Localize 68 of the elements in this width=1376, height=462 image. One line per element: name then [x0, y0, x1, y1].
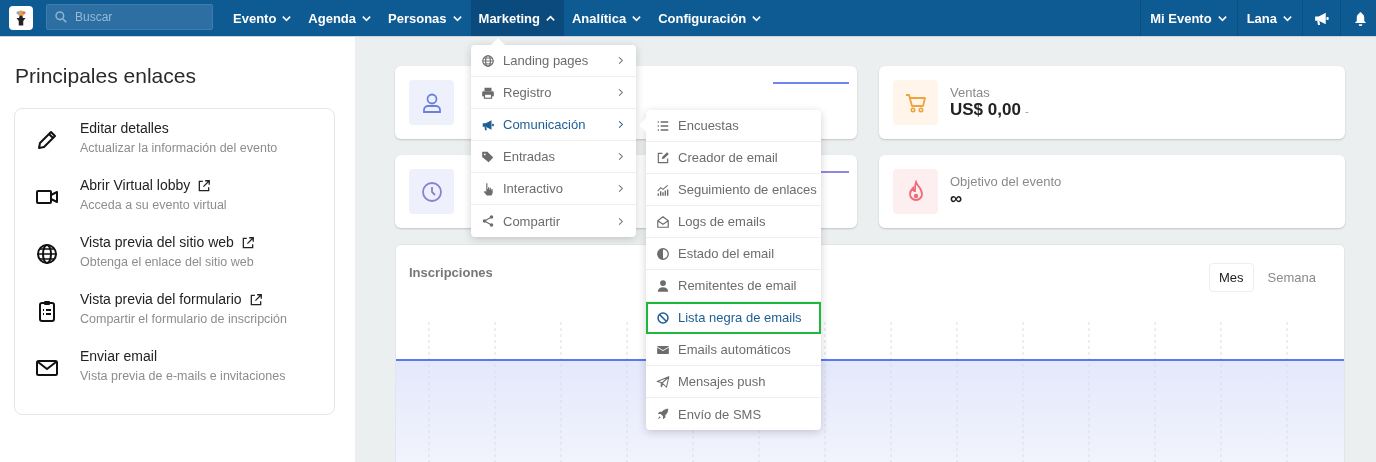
printer-icon [481, 85, 495, 100]
link-description: Compartir el formulario de inscripción [80, 312, 288, 326]
globe-icon [481, 53, 495, 68]
link-description: Acceda a su evento virtual [80, 198, 227, 212]
menu-item[interactable]: Envío de SMS [646, 398, 821, 430]
share-icon [481, 214, 495, 228]
menu-item[interactable]: Entradas [471, 141, 636, 173]
nav-menu[interactable]: Evento [225, 0, 301, 36]
person-icon [656, 278, 670, 293]
search-field[interactable]: Buscar [46, 4, 213, 30]
stat-note: - [1024, 105, 1029, 117]
globe-icon [35, 242, 59, 266]
link-title[interactable]: Editar detalles [80, 119, 169, 138]
link-title[interactable]: Enviar email [80, 347, 158, 366]
list-icon [656, 118, 670, 133]
link-title[interactable]: Vista previa del sitio web [80, 233, 234, 252]
menu-item[interactable]: Creador de email [646, 142, 821, 174]
stat-label: Ventas [950, 85, 991, 100]
nav-menu[interactable]: Marketing [470, 0, 564, 36]
nav-menu[interactable]: Personas [380, 0, 471, 36]
menu-item[interactable]: Seguimiento de enlaces [646, 174, 821, 206]
menu-item[interactable]: Mensajes push [646, 366, 821, 398]
menu-item[interactable]: Remitentes de email [646, 270, 821, 302]
menu-item[interactable]: Landing pages [471, 45, 636, 77]
section-title: Principales enlaces [15, 64, 197, 88]
bar-chart-icon [656, 182, 670, 197]
link-description: Actualizar la información del evento [80, 141, 278, 155]
pointing-hand-icon [481, 181, 495, 196]
stat-value: US$ 0,00 [950, 100, 1021, 120]
rocket-icon [656, 407, 670, 421]
nav-menu[interactable]: Lana [1236, 0, 1302, 36]
megaphone-icon [481, 117, 495, 132]
menu-item[interactable]: Comunicación [471, 109, 636, 141]
link-description: Obtenga el enlace del sitio web [80, 255, 255, 269]
nav-menu[interactable]: Agenda [300, 0, 380, 36]
tags-icon [481, 149, 495, 164]
paper-plane-icon [656, 374, 670, 389]
nav-menu[interactable]: Analítica [563, 0, 651, 36]
search-icon [54, 10, 68, 24]
external-link-icon[interactable] [197, 178, 212, 193]
nav-menu[interactable]: Configuración [650, 0, 771, 36]
menu-item[interactable]: Emails automáticos [646, 334, 821, 366]
menu-item[interactable]: Compartir [471, 205, 636, 237]
bell-icon[interactable] [1353, 10, 1368, 26]
ban-icon [656, 310, 670, 325]
stat-value: ∞ [950, 189, 963, 209]
external-link-icon[interactable] [248, 292, 263, 307]
link-title[interactable]: Abrir Virtual lobby [80, 176, 191, 195]
nav-menu[interactable]: Mi Evento [1140, 0, 1237, 36]
app-logo[interactable] [9, 6, 33, 30]
menu-item[interactable]: Encuestas [646, 110, 821, 142]
open-envelope-icon [656, 214, 670, 229]
menu-item[interactable]: Lista negra de emails [646, 302, 821, 334]
menu-item[interactable]: Logs de emails [646, 206, 821, 238]
half-circle-icon [656, 246, 670, 261]
menu-item[interactable]: Estado del email [646, 238, 821, 270]
period-tab[interactable]: Semana [1257, 263, 1326, 292]
period-tab[interactable]: Mes [1209, 263, 1254, 292]
pencil-icon [35, 128, 59, 152]
menu-item[interactable]: Registro [471, 77, 636, 109]
link-title[interactable]: Vista previa del formulario [80, 290, 242, 309]
external-link-icon[interactable] [240, 235, 255, 250]
edit-icon [656, 150, 670, 165]
link-description: Vista previa de e-mails e invitaciones [80, 369, 286, 383]
clock-icon [419, 179, 444, 204]
chart-title: Inscripciones [409, 265, 493, 280]
stat-label: Objetivo del evento [950, 174, 1062, 189]
menu-item[interactable]: Interactivo [471, 173, 636, 205]
